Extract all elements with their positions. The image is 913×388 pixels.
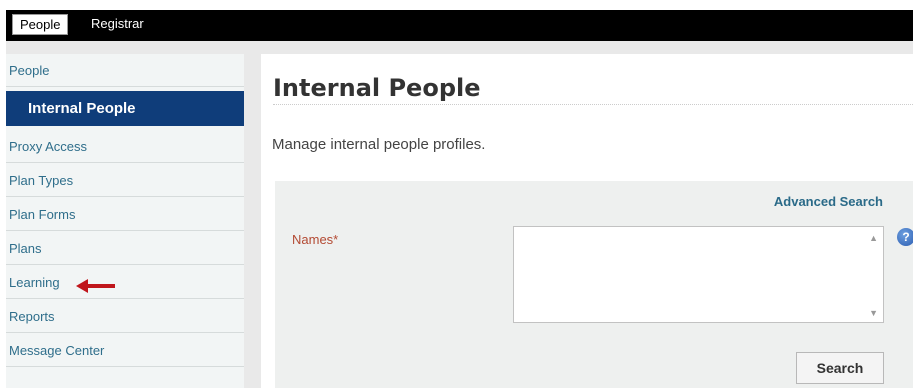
names-textarea[interactable]: ▲ ▼ [513,226,884,323]
advanced-search-link[interactable]: Advanced Search [774,194,883,209]
sidebar-item-plan-types[interactable]: Plan Types [6,164,244,197]
tab-people[interactable]: People [12,14,69,35]
sidebar-item-plan-forms[interactable]: Plan Forms [6,198,244,231]
scroll-up-icon[interactable]: ▲ [869,233,878,243]
page-title: Internal People [273,74,481,102]
sidebar-gutter [244,54,261,388]
search-button[interactable]: Search [796,352,884,384]
tab-registrar[interactable]: Registrar [84,14,151,33]
page: People Registrar People Internal People … [0,0,913,388]
sidebar-item-reports[interactable]: Reports [6,300,244,333]
sidebar-item-internal-people[interactable]: Internal People [6,91,244,126]
top-nav-bar: People Registrar [6,10,913,41]
sidebar-item-people[interactable]: People [6,54,244,87]
sidebar: People Internal People Proxy Access Plan… [6,54,244,388]
search-panel: Advanced Search Names* ▲ ▼ ? Search [275,181,913,388]
sidebar-item-plans[interactable]: Plans [6,232,244,265]
scroll-down-icon[interactable]: ▼ [869,308,878,318]
header-spacer [6,41,913,54]
sidebar-item-message-center[interactable]: Message Center [6,334,244,367]
red-arrow-icon [76,279,115,293]
title-divider [273,104,913,105]
sidebar-item-learning[interactable]: Learning [6,266,244,299]
names-label: Names* [292,232,339,247]
page-description: Manage internal people profiles. [272,136,486,153]
main-content: Internal People Manage internal people p… [261,54,913,388]
help-icon[interactable]: ? [897,228,913,246]
sidebar-item-proxy-access[interactable]: Proxy Access [6,130,244,163]
